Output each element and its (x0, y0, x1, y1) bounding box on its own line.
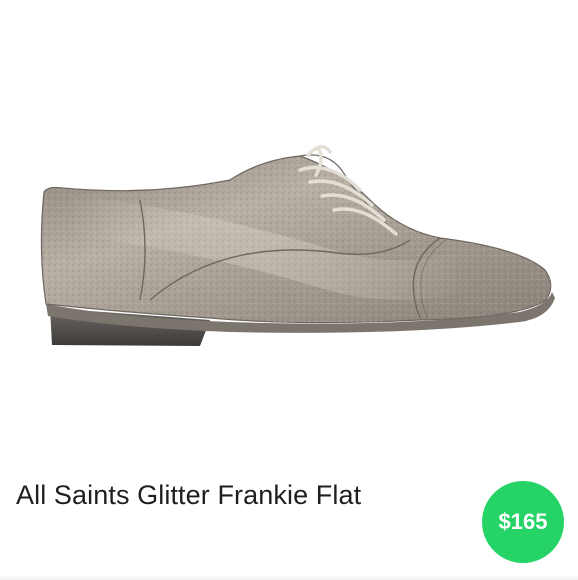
product-image[interactable] (0, 0, 578, 450)
product-title[interactable]: All Saints Glitter Frankie Flat (16, 480, 361, 511)
bottom-edge (0, 574, 578, 580)
price-badge[interactable]: $165 (482, 481, 564, 563)
shoe-image (40, 145, 555, 346)
product-card[interactable]: All Saints Glitter Frankie Flat $165 (0, 0, 578, 580)
